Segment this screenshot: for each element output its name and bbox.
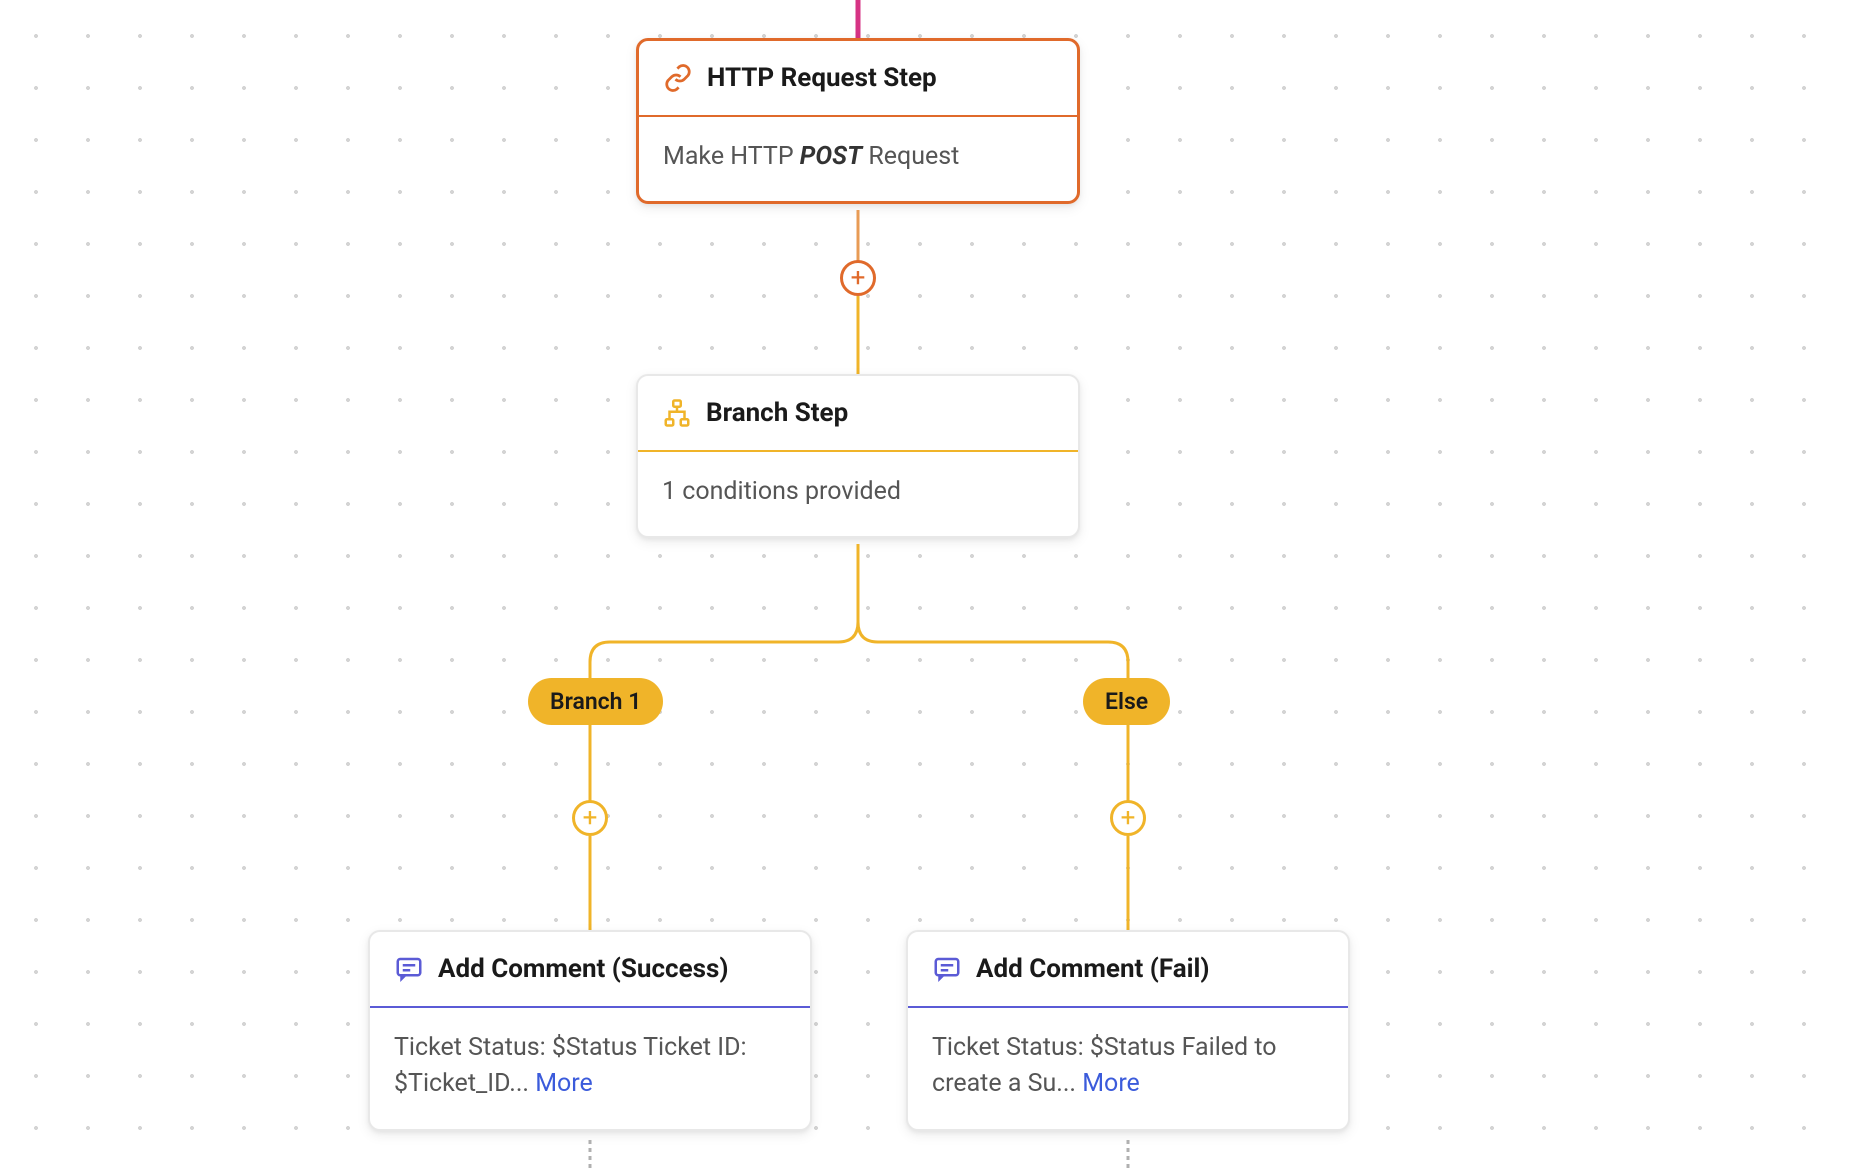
body-text: Request [862, 142, 959, 171]
add-step-button-else[interactable]: + [1110, 800, 1146, 836]
add-step-button-branch1[interactable]: + [572, 800, 608, 836]
pill-text: Branch 1 [550, 688, 641, 715]
branch-label-else[interactable]: Else [1083, 678, 1170, 725]
node-body: Ticket Status: $Status Ticket ID: $Ticke… [370, 1008, 810, 1129]
link-icon [663, 63, 693, 93]
node-title: Branch Step [706, 398, 848, 428]
node-header: HTTP Request Step [639, 41, 1077, 117]
body-text: Make HTTP [663, 142, 800, 171]
more-link[interactable]: More [1082, 1069, 1140, 1098]
branch-step-node[interactable]: Branch Step 1 conditions provided [636, 374, 1080, 538]
plus-icon: + [583, 805, 598, 831]
pill-text: Else [1105, 688, 1148, 715]
plus-icon: + [851, 265, 866, 291]
http-method: POST [800, 142, 862, 171]
connector-line [588, 836, 592, 934]
connector-line [1126, 724, 1130, 804]
node-body: Ticket Status: $Status Failed to create … [908, 1008, 1348, 1129]
node-title: Add Comment (Fail) [976, 954, 1210, 984]
add-step-button[interactable]: + [840, 260, 876, 296]
connector-line [856, 210, 860, 262]
node-title: Add Comment (Success) [438, 954, 728, 984]
workflow-canvas[interactable]: HTTP Request Step Make HTTP POST Request… [0, 0, 1852, 1168]
node-header: Add Comment (Success) [370, 932, 810, 1008]
node-title: HTTP Request Step [707, 63, 937, 93]
body-text: 1 conditions provided [662, 477, 901, 506]
node-body: Make HTTP POST Request [639, 117, 1077, 201]
comment-icon [394, 954, 424, 984]
connector-line [855, 0, 861, 40]
node-body: 1 conditions provided [638, 452, 1078, 536]
http-request-step-node[interactable]: HTTP Request Step Make HTTP POST Request [636, 38, 1080, 204]
connector-line [856, 296, 860, 374]
connector-stub [1126, 1140, 1130, 1168]
plus-icon: + [1121, 805, 1136, 831]
branch-label-branch1[interactable]: Branch 1 [528, 678, 663, 725]
connector-stub [588, 1140, 592, 1168]
connector-line [1126, 836, 1130, 934]
connector-line [588, 724, 592, 804]
branch-split-connector [570, 544, 1150, 684]
more-link[interactable]: More [535, 1069, 593, 1098]
add-comment-success-node[interactable]: Add Comment (Success) Ticket Status: $St… [368, 930, 812, 1131]
node-header: Add Comment (Fail) [908, 932, 1348, 1008]
add-comment-fail-node[interactable]: Add Comment (Fail) Ticket Status: $Statu… [906, 930, 1350, 1131]
node-header: Branch Step [638, 376, 1078, 452]
sitemap-icon [662, 398, 692, 428]
comment-icon [932, 954, 962, 984]
